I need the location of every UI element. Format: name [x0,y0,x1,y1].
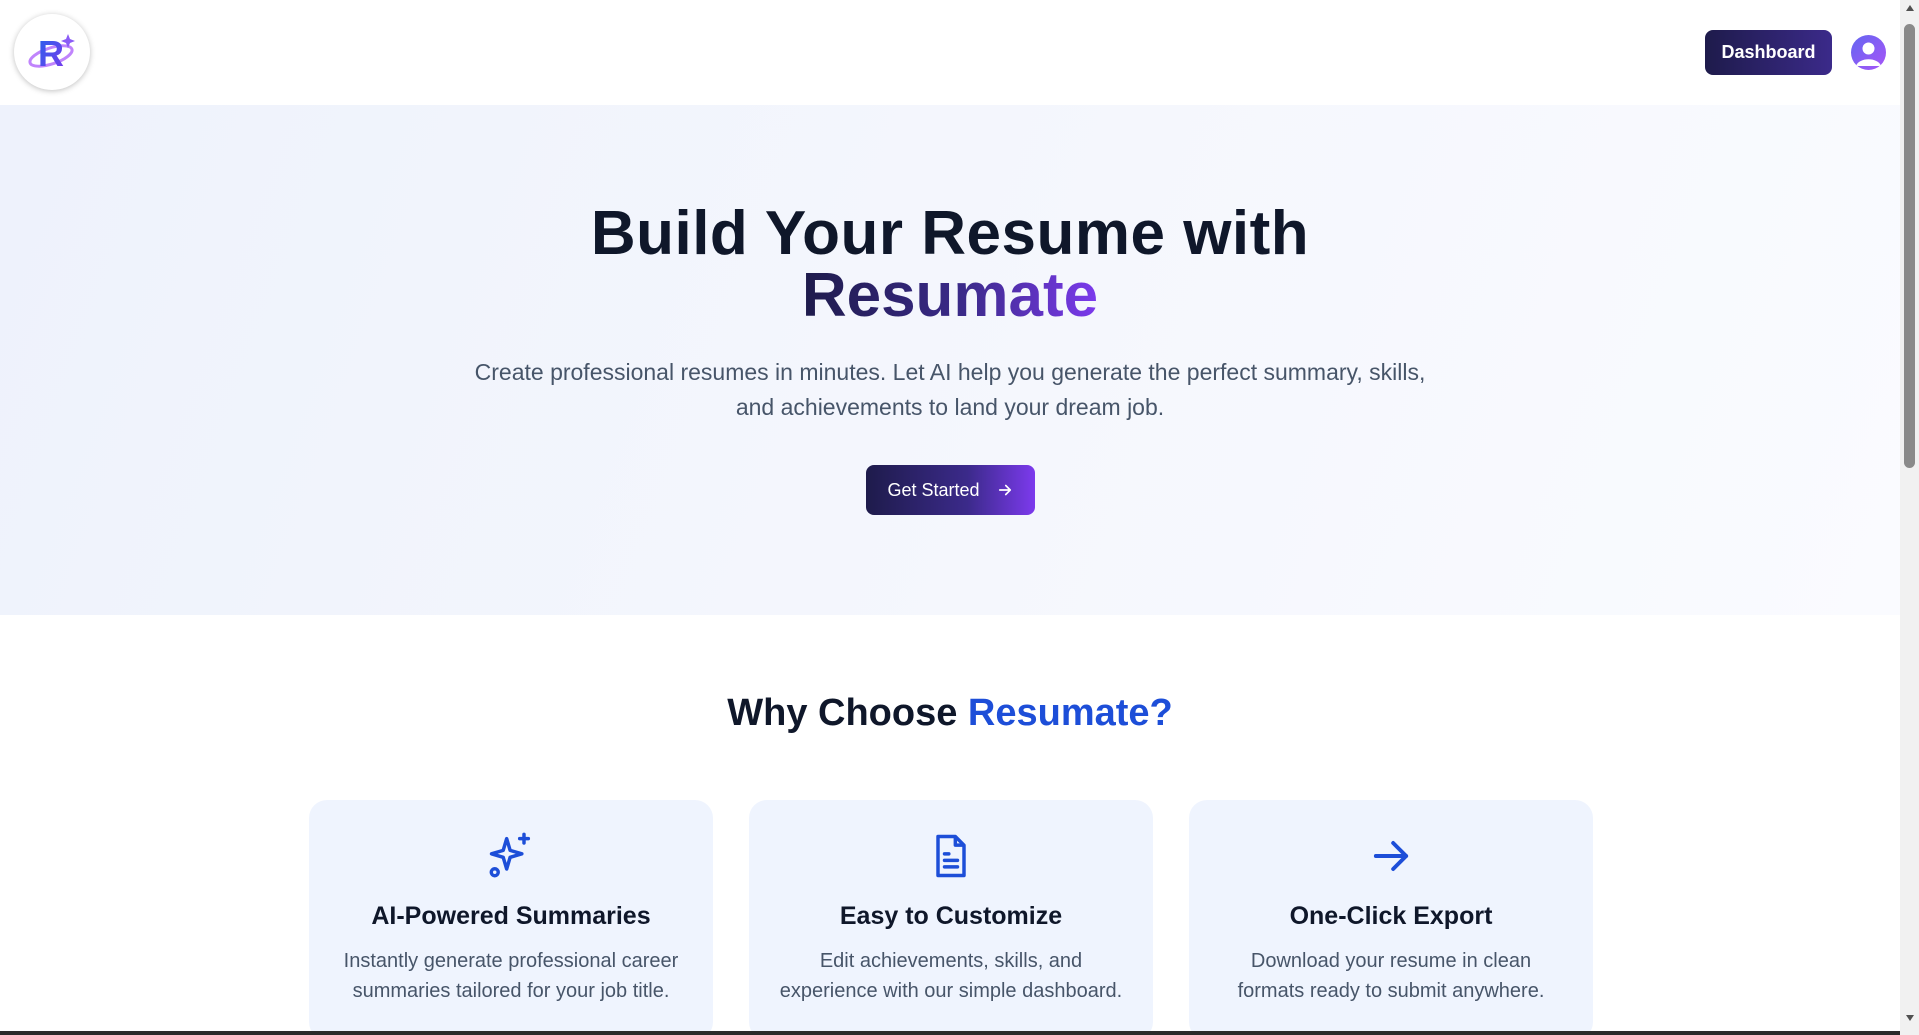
feature-card-customize: Easy to Customize Edit achievements, ski… [749,800,1153,1035]
hero-section: Build Your Resume with Resumate Create p… [0,105,1900,615]
get-started-label: Get Started [887,479,980,500]
hero-subtitle: Create professional resumes in minutes. … [474,359,1426,420]
hero-brand: Resumate [0,265,1900,327]
why-title-accent: Resumate? [967,692,1173,734]
scroll-up-arrow-icon[interactable] [1900,4,1919,18]
page-scrollbar[interactable] [1900,0,1919,1035]
feature-description: Download your resume in clean formats re… [1237,950,1545,1002]
window-bottom-edge [0,1031,1900,1035]
scroll-down-arrow-icon[interactable] [1900,1014,1919,1028]
sparkles-icon [485,830,537,882]
feature-title: AI-Powered Summaries [371,902,651,930]
feature-title: One-Click Export [1289,902,1493,930]
get-started-button[interactable]: Get Started [866,465,1035,515]
user-avatar-icon [1856,42,1881,66]
feature-card-ai-summaries: AI-Powered Summaries Instantly generate … [309,800,713,1035]
scrollbar-thumb[interactable] [1904,24,1915,468]
user-avatar[interactable] [1851,35,1886,70]
svg-text:R: R [38,33,64,74]
logo-icon: R [28,33,75,74]
arrow-right-icon [998,484,1011,496]
feature-card-export: One-Click Export Download your resume in… [1189,800,1593,1035]
arrow-right-icon [1365,830,1417,882]
feature-title: Easy to Customize [839,902,1063,930]
dashboard-button[interactable]: Dashboard [1705,30,1832,75]
hero-title: Build Your Resume with [590,199,1310,268]
feature-description: Edit achievements, skills, and experienc… [779,950,1123,1002]
why-title-prefix: Why Choose [727,692,958,734]
why-choose-heading: Why Choose Resumate? [0,692,1900,735]
resumate-logo[interactable]: R [14,14,90,90]
top-navbar: R Dashboard [0,0,1900,105]
feature-description: Instantly generate professional career s… [343,950,679,1002]
hero-brand-text: Resumate [801,261,1099,330]
document-icon [925,830,977,882]
